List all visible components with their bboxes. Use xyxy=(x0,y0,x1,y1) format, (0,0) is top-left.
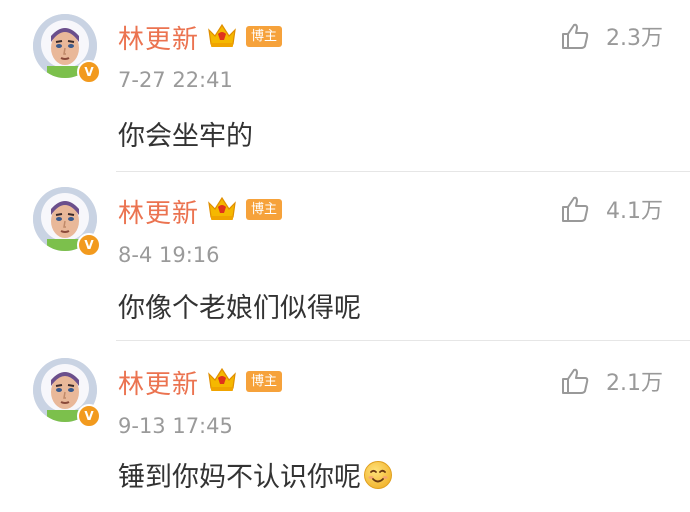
comment-time: 8-4 19:16 xyxy=(118,243,220,267)
like-button[interactable]: 2.3万 xyxy=(560,20,663,52)
comment-text: 你像个老娘们似得呢 xyxy=(118,286,361,325)
comment-time: 7-27 22:41 xyxy=(118,68,233,92)
verified-v-icon: V xyxy=(77,233,101,257)
crown-icon xyxy=(208,196,236,220)
like-button[interactable]: 2.1万 xyxy=(560,365,663,397)
smile-emoji-icon xyxy=(363,460,393,490)
crown-icon xyxy=(208,23,236,47)
author-badge: 博主 xyxy=(246,199,282,220)
thumbs-up-outline-icon xyxy=(562,368,589,394)
username[interactable]: 林更新 xyxy=(118,19,199,56)
username[interactable]: 林更新 xyxy=(118,193,199,230)
comment-text-content: 你会坐牢的 xyxy=(118,121,253,152)
like-count: 4.1万 xyxy=(606,199,663,224)
comment-item: V 林更新 博主 2.3万 7-27 22:41 你会坐牢的 xyxy=(0,0,690,172)
comment-time: 9-13 17:45 xyxy=(118,414,233,438)
divider xyxy=(116,171,690,172)
like-count: 2.1万 xyxy=(606,371,663,396)
verified-v-icon: V xyxy=(77,60,101,84)
like-button[interactable]: 4.1万 xyxy=(560,193,663,225)
comment-item: V 林更新 博主 2.1万 9-13 17:45 锤到你妈不认识你呢 xyxy=(0,342,690,512)
author-badge: 博主 xyxy=(246,26,282,47)
comment-text-content: 锤到你妈不认识你呢 xyxy=(118,462,361,493)
verified-v-icon: V xyxy=(77,404,101,428)
thumbs-up-outline-icon xyxy=(562,23,589,49)
comment-text: 你会坐牢的 xyxy=(118,114,253,153)
divider xyxy=(116,340,690,341)
crown-icon xyxy=(208,367,236,391)
comment-text-content: 你像个老娘们似得呢 xyxy=(118,293,361,324)
thumbs-up-outline-icon xyxy=(562,196,589,222)
author-badge: 博主 xyxy=(246,371,282,392)
username[interactable]: 林更新 xyxy=(118,364,199,401)
comment-text: 锤到你妈不认识你呢 xyxy=(118,455,393,494)
like-count: 2.3万 xyxy=(606,26,663,51)
comment-item: V 林更新 博主 4.1万 8-4 19:16 你像个老娘们似得呢 xyxy=(0,173,690,341)
